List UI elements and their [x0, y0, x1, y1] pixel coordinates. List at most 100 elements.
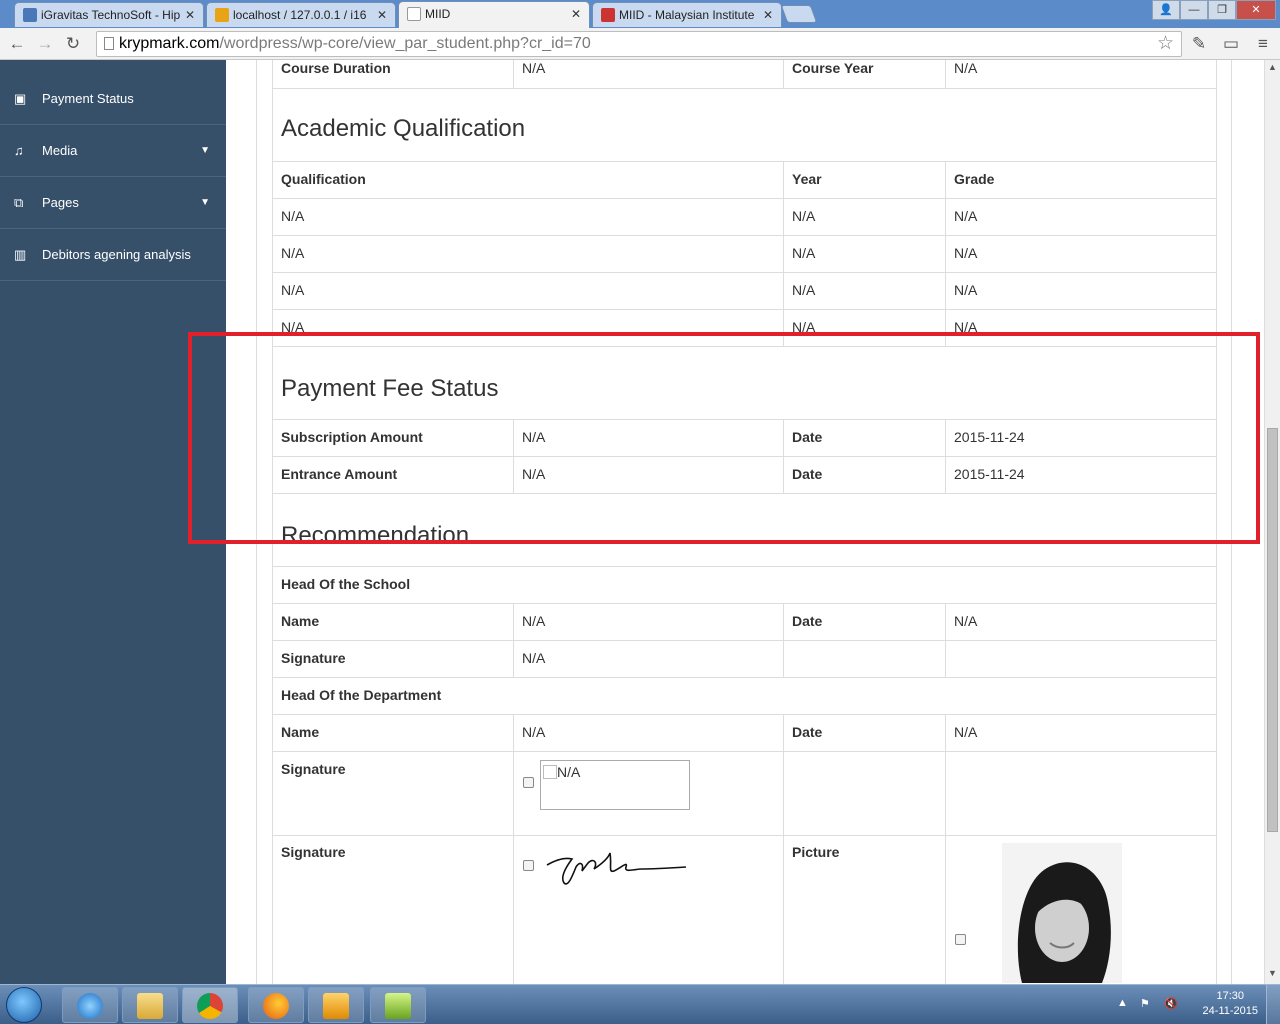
dept-signature-row: Signature N/A: [273, 751, 1216, 835]
close-window-button[interactable]: ✕: [1236, 0, 1276, 20]
grade-cell: N/A: [945, 199, 1216, 235]
notepad-icon: [385, 993, 411, 1019]
entrance-row: Entrance Amount N/A Date 2015-11-24: [273, 456, 1216, 493]
taskbar-outlook[interactable]: [308, 987, 364, 1023]
bookmark-star-icon[interactable]: ☆: [1157, 32, 1174, 55]
school-name-row: Name N/A Date N/A: [273, 603, 1216, 640]
taskbar-chrome[interactable]: [182, 987, 238, 1023]
browser-tab-2[interactable]: localhost / 127.0.0.1 / i16 ✕: [206, 2, 396, 27]
academic-header-row: Qualification Year Grade: [273, 161, 1216, 198]
restore-button[interactable]: ❐: [1208, 0, 1236, 20]
school-name-value: N/A: [513, 604, 783, 640]
tray-expand-icon[interactable]: ▲: [1117, 997, 1128, 1009]
system-clock[interactable]: 17:30 24-11-2015: [1203, 989, 1258, 1019]
sidebar-item-label: Debitors agening analysis: [42, 247, 191, 262]
qualification-cell: N/A: [281, 282, 305, 298]
network-icon[interactable]: ⚑: [1140, 997, 1150, 1010]
sidebar-item-pages[interactable]: ⧉ Pages ▼: [0, 177, 226, 229]
user-icon[interactable]: 👤: [1152, 0, 1180, 20]
grade-cell: N/A: [945, 273, 1216, 309]
new-tab-button[interactable]: [780, 5, 818, 23]
sidebar-item-debitors-analysis[interactable]: ▥ Debitors agening analysis: [0, 229, 226, 281]
scroll-down-arrow-icon[interactable]: ▼: [1268, 968, 1277, 978]
close-tab-icon[interactable]: ✕: [185, 8, 195, 22]
subscription-date-value: 2015-11-24: [945, 420, 1216, 456]
address-bar[interactable]: krypmark.com/wordpress/wp-core/view_par_…: [96, 31, 1182, 57]
picture-label-cell: Picture: [783, 835, 945, 984]
taskbar-internet-explorer[interactable]: [62, 987, 118, 1023]
student-signature-checkbox[interactable]: [523, 860, 534, 871]
empty-cell: [783, 641, 945, 677]
table-row: N/A N/A N/A: [273, 309, 1216, 346]
scrollbar-thumb[interactable]: [1267, 428, 1278, 832]
dept-name-value: N/A: [513, 715, 783, 751]
scroll-up-arrow-icon[interactable]: ▲: [1268, 62, 1277, 72]
entrance-amount-value: N/A: [513, 457, 783, 493]
url-host: krypmark.com: [119, 35, 220, 52]
vertical-scrollbar[interactable]: ▲ ▼: [1264, 60, 1280, 984]
content-border: [1231, 60, 1232, 984]
year-cell: N/A: [783, 273, 945, 309]
menu-icon[interactable]: ≡: [1252, 33, 1274, 55]
table-row: N/A N/A N/A: [273, 235, 1216, 272]
taskbar-editor[interactable]: [370, 987, 426, 1023]
course-year-label: Course Year: [783, 60, 945, 88]
school-date-label: Date: [783, 604, 945, 640]
forward-arrow-icon[interactable]: →: [34, 33, 56, 55]
clock-time: 17:30: [1216, 990, 1245, 1002]
academic-qualification-heading: Academic Qualification: [281, 115, 526, 142]
windows-taskbar: ▲ ⚑ 🔇 17:30 24-11-2015: [0, 984, 1280, 1024]
head-of-department-heading: Head Of the Department: [281, 687, 442, 703]
close-tab-icon[interactable]: ✕: [377, 8, 387, 22]
show-desktop-button[interactable]: [1266, 985, 1280, 1024]
student-details-panel: Course Duration N/A Course Year N/A Acad…: [272, 60, 1217, 984]
student-picture-checkbox[interactable]: [955, 934, 966, 945]
empty-cell: [945, 752, 1216, 835]
close-tab-icon[interactable]: ✕: [763, 8, 773, 22]
clock-date: 24-11-2015: [1202, 1005, 1258, 1017]
subscription-amount-value: N/A: [513, 420, 783, 456]
payment-fee-status-heading: Payment Fee Status: [281, 375, 499, 402]
school-date-value: N/A: [945, 604, 1216, 640]
year-cell: N/A: [783, 310, 945, 346]
reload-icon[interactable]: ↻: [62, 33, 84, 55]
empty-cell: [783, 752, 945, 835]
taskbar-file-explorer[interactable]: [122, 987, 178, 1023]
browser-tab-strip: iGravitas TechnoSoft - Hip ✕ localhost /…: [0, 0, 1280, 28]
browser-tab-1[interactable]: iGravitas TechnoSoft - Hip ✕: [14, 2, 204, 27]
dept-signature-checkbox[interactable]: [523, 777, 534, 788]
student-signature-row: Signature Picture: [273, 835, 1216, 984]
back-arrow-icon[interactable]: ←: [6, 33, 28, 55]
caret-down-icon: ▼: [200, 145, 210, 156]
dept-signature-cell: N/A: [513, 752, 783, 835]
taskbar-firefox[interactable]: [248, 987, 304, 1023]
cast-icon[interactable]: ▭: [1220, 33, 1242, 55]
course-year-value: N/A: [945, 60, 1216, 88]
sidebar-item-media[interactable]: ♫ Media ▼: [0, 125, 226, 177]
minimize-button[interactable]: —: [1180, 0, 1208, 20]
browser-toolbar: ← → ↻ krypmark.com/wordpress/wp-core/vie…: [0, 28, 1280, 60]
entrance-amount-label: Entrance Amount: [281, 466, 398, 482]
start-button[interactable]: [6, 987, 42, 1023]
browser-tab-4[interactable]: MIID - Malaysian Institute ✕: [592, 2, 782, 27]
sidebar-item-payment-status[interactable]: ▣ Payment Status: [0, 73, 226, 125]
head-dept-row: Head Of the Department: [273, 677, 1216, 714]
qualification-header: Qualification: [281, 171, 366, 187]
money-icon: ▣: [14, 91, 27, 106]
student-signature-cell: [513, 835, 783, 984]
eyedropper-extension-icon[interactable]: ✎: [1188, 33, 1210, 55]
volume-muted-icon[interactable]: 🔇: [1164, 997, 1178, 1010]
close-tab-icon[interactable]: ✕: [571, 7, 581, 21]
qualification-cell: N/A: [281, 319, 305, 335]
table-row: N/A N/A N/A: [273, 272, 1216, 309]
year-cell: N/A: [783, 236, 945, 272]
grade-header: Grade: [945, 162, 1216, 198]
chart-icon: ▥: [14, 247, 27, 262]
tab-favicon-icon: [215, 8, 229, 22]
browser-tab-3[interactable]: MIID ✕: [398, 1, 590, 28]
picture-label: Picture: [792, 844, 840, 860]
caret-down-icon: ▼: [200, 197, 210, 208]
sidebar-item-label: Payment Status: [42, 91, 134, 106]
broken-image-placeholder: N/A: [540, 760, 690, 810]
outlook-icon: [323, 993, 349, 1019]
